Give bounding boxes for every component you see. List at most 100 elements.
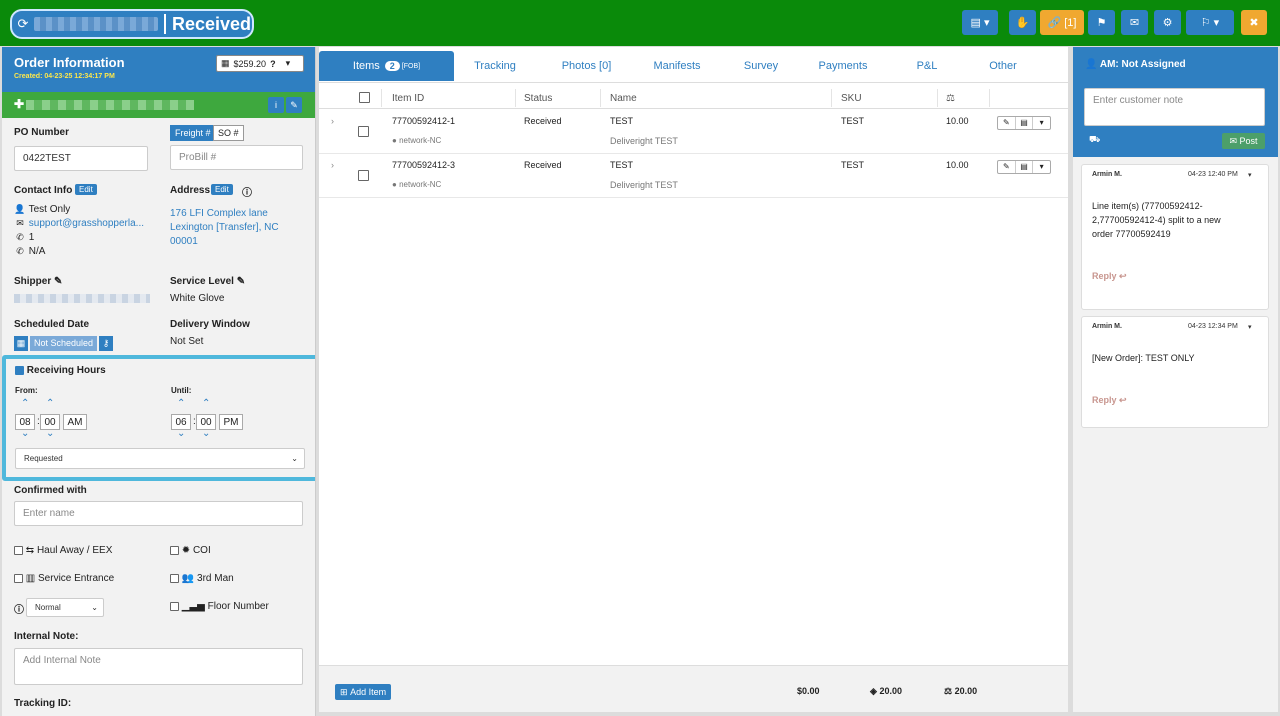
plus-icon: ⊞: [340, 686, 348, 697]
calendar-icon[interactable]: ▦: [14, 336, 28, 351]
edit-icon[interactable]: ✎: [286, 97, 302, 113]
tab-payments[interactable]: Payments: [807, 51, 879, 81]
freight-tab[interactable]: Freight #: [170, 125, 216, 141]
receiving-hours-checkbox[interactable]: [15, 365, 24, 375]
close-button[interactable]: ✖: [1241, 10, 1267, 35]
tab-tracking[interactable]: Tracking: [459, 51, 531, 81]
weight-header-icon[interactable]: ⚖: [946, 93, 955, 104]
from-minute-down-icon[interactable]: ⌄: [46, 428, 54, 439]
flag-button[interactable]: ⚑: [1088, 10, 1115, 35]
item-id-header[interactable]: Item ID: [392, 93, 424, 104]
address-line1[interactable]: 176 LFI Complex lane: [170, 208, 268, 219]
requested-select[interactable]: Requested ⌄: [15, 448, 305, 469]
post-button[interactable]: ✉ Post: [1222, 133, 1265, 149]
expand-chevron-icon[interactable]: ›: [331, 116, 334, 126]
expand-chevron-icon[interactable]: ›: [331, 160, 334, 170]
price-dropdown[interactable]: ▦ $259.20 ? ▾: [216, 55, 304, 72]
address-line3[interactable]: 00001: [170, 236, 198, 247]
total-price: $0.00: [797, 686, 820, 696]
refresh-icon[interactable]: ⟳: [12, 16, 34, 32]
until-hour-down-icon[interactable]: ⌄: [177, 428, 185, 439]
reply-link[interactable]: Reply ↩: [1092, 395, 1127, 406]
mail-button[interactable]: ✉: [1121, 10, 1148, 35]
service-entrance-label: Service Entrance: [38, 573, 115, 584]
add-item-button[interactable]: ⊞ Add Item: [335, 684, 392, 700]
chevron-down-icon[interactable]: ▾: [1248, 171, 1252, 179]
shipper-redacted: [14, 294, 150, 303]
tab-pl[interactable]: P&L: [891, 51, 963, 81]
contact-email-link[interactable]: support@grasshopperla...: [29, 218, 144, 229]
signal-icon: ▁▃▅: [181, 601, 205, 612]
address-line2[interactable]: Lexington [Transfer], NC: [170, 222, 279, 233]
from-ampm-button[interactable]: AM: [63, 414, 87, 430]
route-dropdown-button[interactable]: ⚐ ▾: [1186, 10, 1234, 35]
tab-other[interactable]: Other: [967, 51, 1039, 81]
row-actions: ✎ ▤ ▾: [997, 160, 1051, 174]
plus-icon[interactable]: ✚: [14, 97, 24, 111]
confirmed-with-input[interactable]: Enter name: [14, 501, 303, 526]
haul-away-option[interactable]: ⇆ Haul Away / EEX: [14, 545, 112, 556]
table-row[interactable]: › 77700592412-1 ● network-NC Received TE…: [319, 110, 1068, 154]
coi-option[interactable]: ✹ COI: [170, 545, 211, 556]
edit-icon[interactable]: ✎: [54, 276, 62, 287]
row-checkbox[interactable]: [358, 126, 369, 137]
customer-note-input[interactable]: Enter customer note: [1084, 88, 1265, 126]
row-checkbox[interactable]: [358, 170, 369, 181]
probill-input[interactable]: ProBill #: [170, 145, 303, 170]
sku-header[interactable]: SKU: [841, 93, 862, 104]
list-icon[interactable]: ▤: [1016, 117, 1034, 129]
calculator-icon: ▦: [221, 58, 230, 68]
until-hour-up-icon[interactable]: ⌃: [177, 398, 185, 409]
column-divider: [989, 89, 990, 107]
document-dropdown-button[interactable]: ▤ ▾: [962, 10, 998, 35]
chevron-down-icon[interactable]: ▾: [1248, 323, 1252, 331]
order-status-pill[interactable]: ⟳ Received: [10, 9, 254, 39]
select-all-checkbox[interactable]: [359, 92, 370, 103]
contact-edit-button[interactable]: Edit: [75, 184, 97, 195]
haul-away-checkbox[interactable]: [14, 545, 23, 555]
column-divider: [515, 89, 516, 107]
service-entrance-option[interactable]: ▥ Service Entrance: [14, 573, 114, 584]
until-minute-down-icon[interactable]: ⌄: [202, 428, 210, 439]
chevron-down-icon[interactable]: ▾: [1033, 117, 1050, 129]
name-header[interactable]: Name: [610, 93, 637, 104]
key-icon[interactable]: ⚷: [99, 336, 114, 351]
tab-survey[interactable]: Survey: [725, 51, 797, 81]
priority-select[interactable]: Normal ⌄: [26, 598, 104, 617]
from-hour-up-icon[interactable]: ⌃: [21, 398, 29, 409]
comment-card: Armin M. 04-23 12:34 PM ▾ [New Order]: T…: [1081, 316, 1269, 428]
truck-icon[interactable]: ⛟: [1089, 134, 1100, 146]
not-scheduled-button[interactable]: Not Scheduled: [30, 336, 98, 351]
so-tab[interactable]: SO #: [213, 125, 244, 141]
chevron-down-icon[interactable]: ▾: [1033, 161, 1050, 173]
scheduled-date-label: Scheduled Date: [14, 319, 90, 330]
floor-number-checkbox[interactable]: [170, 601, 179, 611]
status-header[interactable]: Status: [524, 93, 552, 104]
floor-number-option[interactable]: ▁▃▅ Floor Number: [170, 601, 269, 612]
table-row[interactable]: › 77700592412-3 ● network-NC Received TE…: [319, 154, 1068, 198]
edit-icon[interactable]: ✎: [237, 276, 245, 287]
address-edit-button[interactable]: Edit: [211, 184, 233, 195]
from-hour-down-icon[interactable]: ⌄: [21, 428, 29, 439]
third-man-option[interactable]: 👥 3rd Man: [170, 573, 234, 584]
internal-note-textarea[interactable]: Add Internal Note: [14, 648, 303, 685]
hand-button[interactable]: ✋: [1009, 10, 1036, 35]
edit-icon[interactable]: ✎: [998, 161, 1016, 173]
info-icon[interactable]: i: [268, 97, 284, 113]
third-man-checkbox[interactable]: [170, 573, 179, 583]
tab-manifests[interactable]: Manifests: [641, 51, 713, 81]
edit-icon[interactable]: ✎: [998, 117, 1016, 129]
service-entrance-checkbox[interactable]: [14, 573, 23, 583]
tab-items[interactable]: Items 2 [FOB]: [319, 51, 454, 81]
tab-photos[interactable]: Photos [0]: [549, 51, 624, 81]
list-icon[interactable]: ▤: [1016, 161, 1034, 173]
column-divider: [937, 89, 938, 107]
reply-link[interactable]: Reply ↩: [1092, 271, 1127, 282]
coi-checkbox[interactable]: [170, 545, 179, 555]
from-minute-up-icon[interactable]: ⌃: [46, 398, 54, 409]
until-ampm-button[interactable]: PM: [219, 414, 243, 430]
settings-button[interactable]: ⚙: [1154, 10, 1181, 35]
po-number-input[interactable]: 0422TEST: [14, 146, 148, 171]
until-minute-up-icon[interactable]: ⌃: [202, 398, 210, 409]
link-button[interactable]: 🔗 [1]: [1040, 10, 1084, 35]
